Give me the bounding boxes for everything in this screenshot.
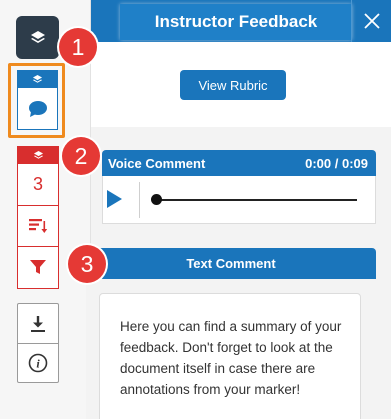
info-icon: i <box>28 353 48 373</box>
feedback-card[interactable] <box>17 70 58 130</box>
text-comment-header: Text Comment <box>86 248 376 279</box>
sort-icon <box>29 219 48 233</box>
page-title: Instructor Feedback <box>120 4 352 40</box>
player-divider <box>139 182 140 218</box>
voice-comment-header: Voice Comment 0:00 / 0:09 <box>102 150 376 176</box>
download-icon <box>31 315 45 332</box>
text-comment-panel: Here you can find a summary of your feed… <box>86 279 376 419</box>
feedback-card-header <box>18 71 57 88</box>
play-icon[interactable] <box>107 190 122 208</box>
close-icon <box>363 13 380 29</box>
svg-text:i: i <box>36 357 40 371</box>
step-badge-3: 3 <box>68 245 106 283</box>
feedback-comment-button[interactable] <box>18 88 57 130</box>
speech-bubble-icon <box>28 101 47 117</box>
view-rubric-button[interactable]: View Rubric <box>180 70 286 100</box>
layers-toggle-button[interactable] <box>16 16 59 59</box>
close-button[interactable] <box>351 0 391 42</box>
audio-progress-track[interactable] <box>157 199 357 201</box>
layers-icon <box>33 150 43 159</box>
filter-icon <box>30 260 46 274</box>
layers-icon <box>30 30 45 43</box>
annotation-count-value: 3 <box>32 174 43 194</box>
annotation-card-header <box>18 147 58 164</box>
step-badge-1: 1 <box>59 28 97 66</box>
layers-icon <box>32 74 43 83</box>
audio-player <box>102 176 376 224</box>
tool-group: i <box>17 303 59 383</box>
filter-button[interactable] <box>18 246 58 287</box>
sort-button[interactable] <box>18 205 58 246</box>
annotation-count[interactable]: 3 <box>18 164 58 205</box>
header-bar: Instructor Feedback <box>91 0 391 42</box>
step-badge-2: 2 <box>62 137 100 175</box>
annotation-card: 3 <box>17 146 59 289</box>
download-button[interactable] <box>18 304 58 343</box>
info-button[interactable]: i <box>18 343 58 382</box>
voice-comment-label: Voice Comment <box>108 155 206 171</box>
voice-comment-time: 0:00 / 0:09 <box>305 155 368 171</box>
text-comment-body: Here you can find a summary of your feed… <box>99 293 361 419</box>
audio-progress-handle[interactable] <box>151 194 162 205</box>
